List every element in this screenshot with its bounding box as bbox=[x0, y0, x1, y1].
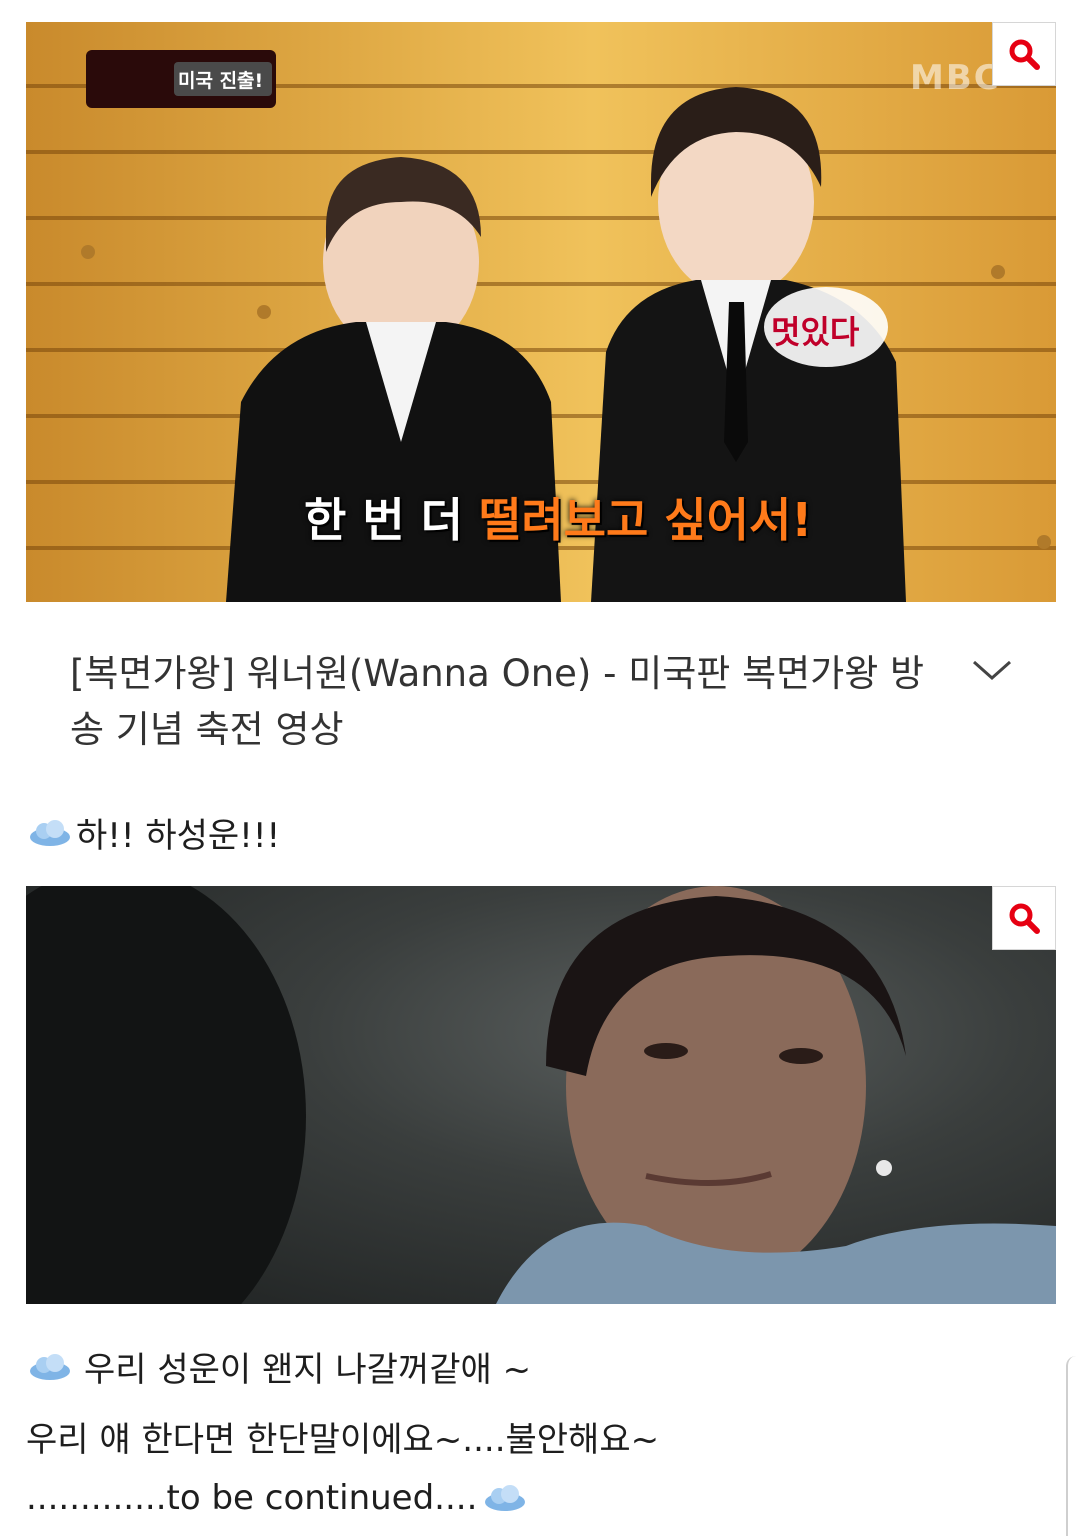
cloud-emoticon-icon bbox=[30, 819, 70, 846]
post-line-2: 우리 성운이 왠지 나갈꺼같애 ~ bbox=[26, 1342, 531, 1391]
expand-title-button[interactable] bbox=[968, 650, 1016, 690]
post-line-1-text: 하!! 하성운!!! bbox=[76, 816, 281, 856]
broadcaster-logo: MBC bbox=[910, 58, 1001, 98]
video-subtitle-part1: 한 번 더 bbox=[304, 493, 463, 547]
post-line-4-text: .............to be continued.... bbox=[26, 1478, 478, 1518]
scroll-edge[interactable] bbox=[1066, 1356, 1080, 1536]
post-line-1: 하!! 하성운!!! bbox=[26, 808, 280, 857]
image-search-button-2[interactable] bbox=[992, 886, 1056, 950]
search-icon bbox=[1009, 903, 1040, 934]
cloud-emoticon-icon bbox=[30, 1353, 70, 1380]
video-subtitle-part2: 떨려보고 싶어서! bbox=[479, 493, 813, 547]
search-icon bbox=[1009, 39, 1040, 70]
video-thumbnail-wanna-one[interactable]: 미국 진출! MBC 멋있다 한 번 더 떨려보고 싶어서! bbox=[26, 22, 1056, 602]
video-subtitle: 한 번 더 떨려보고 싶어서! bbox=[304, 484, 812, 550]
post-line-3: 우리 얘 한다면 한단말이에요~....불안해요~ bbox=[26, 1412, 659, 1461]
cloud-emoticon-icon bbox=[485, 1485, 526, 1511]
video-title[interactable]: [복면가왕] 워너원(Wanna One) - 미국판 복면가왕 방송 기념 축… bbox=[70, 646, 950, 758]
sticker-label: 멋있다 bbox=[771, 313, 860, 351]
post-line-2-text: 우리 성운이 왠지 나갈꺼같애 ~ bbox=[84, 1350, 532, 1390]
image-search-button[interactable] bbox=[992, 22, 1056, 86]
drama-still-image[interactable] bbox=[26, 886, 1056, 1304]
program-badge-label: 미국 진출! bbox=[178, 70, 264, 92]
drama-scene bbox=[26, 886, 1056, 1304]
post-line-3-text: 우리 얘 한다면 한단말이에요~....불안해요~ bbox=[26, 1420, 660, 1460]
post-line-4: .............to be continued.... bbox=[26, 1478, 531, 1518]
chevron-down-icon bbox=[973, 660, 1011, 681]
